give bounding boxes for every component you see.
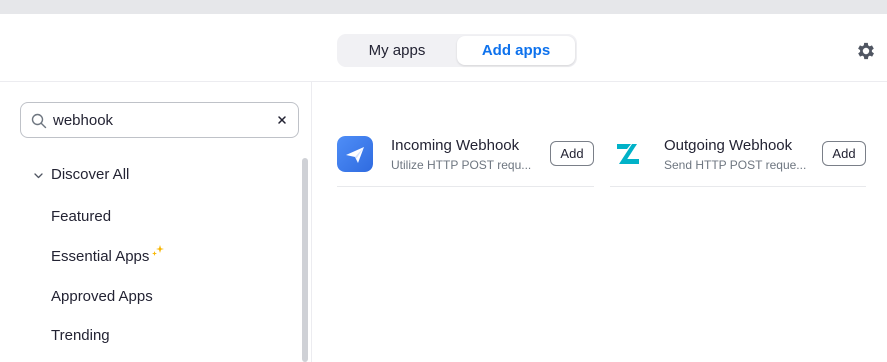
sidebar-item-label: Featured <box>51 208 112 225</box>
chevron-down-icon[interactable] <box>33 170 44 181</box>
add-incoming-webhook-button[interactable]: Add <box>550 141 594 166</box>
sidebar-item-label: Essential Apps <box>51 248 150 265</box>
app-card-incoming-webhook[interactable]: Incoming Webhook Utilize HTTP POST requ.… <box>337 132 594 187</box>
app-name: Outgoing Webhook <box>664 137 793 154</box>
app-name: Incoming Webhook <box>391 137 520 154</box>
z-logo-icon <box>617 144 639 164</box>
tab-my-apps[interactable]: My apps <box>339 36 455 65</box>
app-description: Send HTTP POST reque... <box>664 158 807 172</box>
apps-tab-toggle: My apps Add apps <box>337 34 577 67</box>
sidebar-item-label: Approved Apps <box>51 288 153 305</box>
paper-plane-icon <box>337 136 373 172</box>
app-description: Utilize HTTP POST requ... <box>391 158 532 172</box>
sidebar-scrollbar[interactable] <box>302 158 308 362</box>
sidebar: Discover All Featured Essential Apps App… <box>0 82 312 362</box>
app-card-outgoing-webhook[interactable]: Outgoing Webhook Send HTTP POST reque...… <box>610 132 866 187</box>
sparkle-icon <box>152 245 165 256</box>
top-strip <box>0 0 887 14</box>
close-icon[interactable] <box>274 112 290 128</box>
search-icon <box>31 113 47 129</box>
search-box <box>20 102 299 138</box>
gear-icon[interactable] <box>855 40 877 62</box>
sidebar-item-discover-all[interactable]: Discover All <box>51 166 129 183</box>
header: My apps Add apps <box>0 14 887 82</box>
sidebar-item-trending[interactable]: Trending <box>51 327 110 344</box>
sidebar-item-label: Trending <box>51 327 110 344</box>
add-outgoing-webhook-button[interactable]: Add <box>822 141 866 166</box>
tab-add-apps[interactable]: Add apps <box>457 36 575 65</box>
sidebar-item-essential-apps[interactable]: Essential Apps <box>51 245 165 265</box>
sidebar-item-approved-apps[interactable]: Approved Apps <box>51 288 153 305</box>
sidebar-item-featured[interactable]: Featured <box>51 208 111 225</box>
search-input[interactable] <box>53 103 268 137</box>
